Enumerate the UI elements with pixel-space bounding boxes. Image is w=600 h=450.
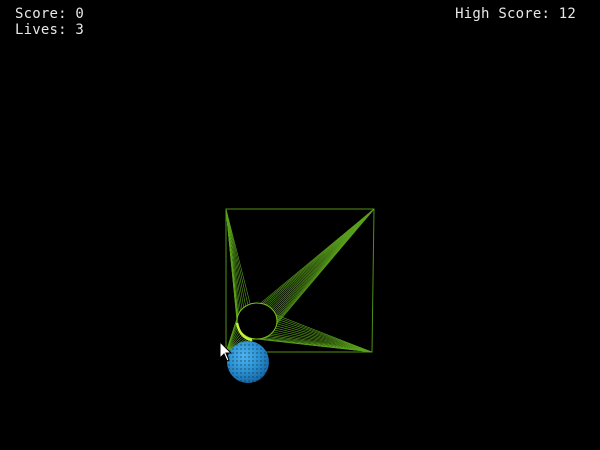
arrow-pointer-icon xyxy=(219,341,233,362)
wireframe-hole xyxy=(236,302,278,340)
game-scene[interactable] xyxy=(0,0,600,450)
player-ball xyxy=(227,341,269,383)
ball-texture xyxy=(227,341,269,383)
game-window[interactable]: Score: 0 Lives: 3 High Score: 12 xyxy=(0,0,600,450)
wireframe-box xyxy=(225,208,375,353)
